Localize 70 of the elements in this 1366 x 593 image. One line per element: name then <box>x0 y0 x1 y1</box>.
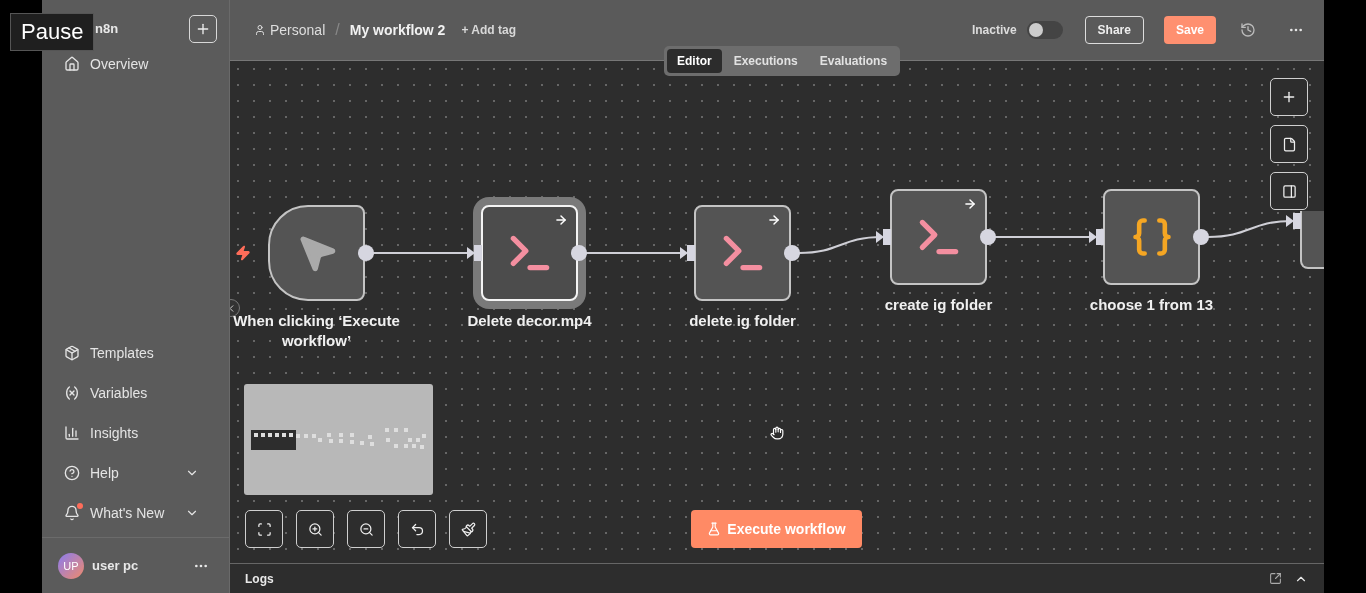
sidebar-item[interactable]: Templates <box>42 333 229 373</box>
input-handle[interactable] <box>876 229 891 245</box>
sidebar-item-icon <box>64 505 80 521</box>
node-label: Delete decor.mp4 <box>466 311 593 331</box>
brush-icon <box>460 521 476 537</box>
pop-out-icon[interactable] <box>1269 572 1282 585</box>
hand-cursor-icon <box>770 426 784 440</box>
node-label: choose 1 from 13 <box>1088 295 1215 315</box>
output-handle[interactable] <box>784 245 800 261</box>
breadcrumb-separator: / <box>335 21 340 39</box>
input-handle[interactable] <box>680 245 695 261</box>
node-label: create ig folder <box>883 295 994 315</box>
workflow-title[interactable]: My workflow 2 <box>349 22 446 38</box>
tidy-up-button[interactable] <box>449 510 487 548</box>
undo-button[interactable] <box>398 510 436 548</box>
workflow-node[interactable] <box>1103 189 1200 285</box>
history-icon[interactable] <box>1240 22 1256 38</box>
sidebar-item-icon <box>64 345 80 361</box>
document-icon <box>1281 136 1297 152</box>
brand-name: n8n <box>95 21 119 36</box>
pause-overlay[interactable]: Pause <box>10 13 95 51</box>
zoom-out-button[interactable] <box>347 510 385 548</box>
minimap-drawing[interactable] <box>244 384 433 495</box>
workflow-node[interactable] <box>694 205 791 301</box>
sidebar-item[interactable]: Insights <box>42 413 229 453</box>
fit-view-icon <box>256 521 272 537</box>
sidebar-item-icon <box>64 385 80 401</box>
undo-icon <box>409 521 425 537</box>
add-tag-link[interactable]: + Add tag <box>461 23 516 37</box>
arrow-icon <box>767 213 781 227</box>
share-button[interactable]: Share <box>1084 16 1144 44</box>
status-label: Inactive <box>971 23 1017 37</box>
node-label: When clicking ‘Execute workflow’ <box>232 311 401 351</box>
sidebar-item[interactable]: What's New <box>42 493 229 533</box>
logs-title: Logs <box>245 571 275 586</box>
view-tab[interactable]: Editor <box>667 49 722 73</box>
input-handle[interactable] <box>467 245 482 261</box>
output-handle[interactable] <box>571 245 587 261</box>
sidebar-item-icon <box>64 465 80 481</box>
side-panel-button[interactable] <box>1270 172 1308 210</box>
input-handle[interactable] <box>1089 229 1104 245</box>
sidebar-item-icon <box>64 56 80 72</box>
plus-icon <box>1281 89 1297 105</box>
sidebar-item[interactable]: Variables <box>42 373 229 413</box>
flask-icon <box>707 522 722 536</box>
panel-icon <box>1281 183 1297 199</box>
add-node-button[interactable] <box>1270 78 1308 116</box>
user-name: user pc <box>92 558 140 573</box>
node-label: delete ig folder <box>688 311 797 331</box>
sidebar-item-icon <box>64 425 80 441</box>
add-button[interactable] <box>189 14 217 43</box>
output-handle[interactable] <box>358 245 374 261</box>
zoom-in-button[interactable] <box>296 510 334 548</box>
output-handle[interactable] <box>980 229 996 245</box>
sidebar-item[interactable]: Help <box>42 453 229 493</box>
active-toggle[interactable] <box>1026 21 1063 39</box>
zoom-out-icon <box>358 521 374 537</box>
workflow-node[interactable] <box>268 205 365 301</box>
input-handle[interactable] <box>1286 213 1301 229</box>
arrow-icon <box>963 197 977 211</box>
zoom-in-icon <box>307 521 323 537</box>
user-icon <box>254 24 266 36</box>
output-handle[interactable] <box>1193 229 1209 245</box>
project-link[interactable]: Personal <box>254 22 326 38</box>
user-avatar[interactable]: UP <box>58 552 84 579</box>
fit-view-button[interactable] <box>245 510 283 548</box>
workflow-node[interactable] <box>890 189 987 285</box>
lightning-icon <box>235 245 251 261</box>
sticky-note-button[interactable] <box>1270 125 1308 163</box>
arrow-icon <box>554 213 568 227</box>
